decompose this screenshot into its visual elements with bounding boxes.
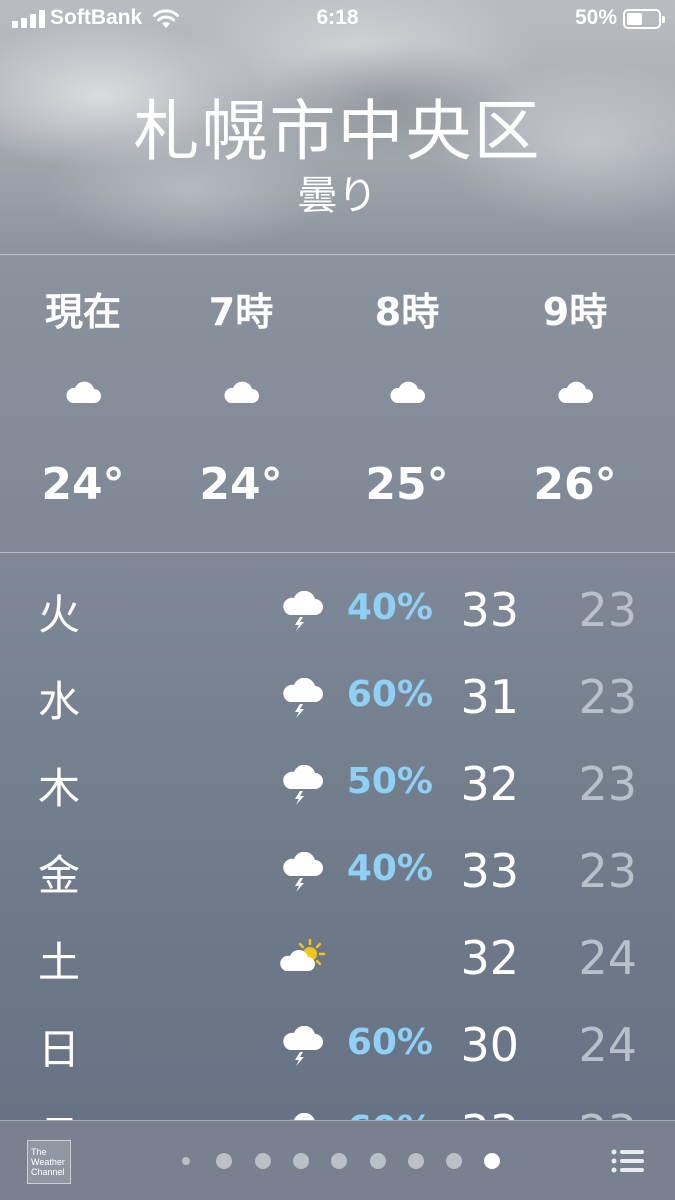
day-name: 木 — [38, 764, 81, 813]
thunderstorm-icon — [280, 1025, 326, 1066]
hour-label: 8時 — [374, 290, 440, 334]
location-dot[interactable] — [182, 1157, 190, 1165]
high-temp: 30 — [460, 1018, 519, 1072]
page-dot[interactable] — [446, 1153, 463, 1169]
day-name: 月 — [38, 1103, 80, 1120]
daily-forecast[interactable]: 火 40% 33 23 水 60% 31 23 木 50% 32 23 金 40% 33 23 土 32 24 日 60… — [0, 563, 675, 1120]
hourly-item: 9時 26° — [500, 255, 650, 552]
battery-icon — [623, 9, 665, 29]
high-temp: 33 — [460, 1105, 519, 1120]
low-temp: 23 — [578, 844, 637, 898]
daily-row: 水 60% 31 23 — [0, 650, 675, 738]
thunderstorm-icon — [280, 851, 326, 892]
day-name: 火 — [38, 590, 81, 639]
page-dot[interactable] — [407, 1153, 424, 1169]
low-temp: 24 — [578, 931, 637, 985]
hour-temp: 24° — [199, 459, 283, 510]
high-temp: 33 — [460, 844, 519, 898]
daily-row: 金 40% 33 23 — [0, 824, 675, 912]
page-dot[interactable] — [484, 1153, 501, 1169]
status-time: 6:18 — [316, 6, 359, 29]
hour-temp: 25° — [365, 459, 449, 510]
page-indicator[interactable] — [176, 1151, 506, 1171]
cloud-icon — [556, 379, 594, 405]
precip-chance: 40% — [346, 587, 433, 628]
thunderstorm-icon — [280, 764, 326, 805]
page-dot[interactable] — [369, 1153, 386, 1169]
thunderstorm-icon — [280, 1112, 326, 1120]
cloud-icon — [222, 379, 260, 405]
hour-temp: 24° — [41, 459, 125, 510]
hourly-item: 8時 25° — [332, 255, 482, 552]
precip-chance: 50% — [346, 761, 433, 802]
weather-channel-logo[interactable]: The Weather Channel — [27, 1140, 71, 1184]
hour-label: 9時 — [542, 290, 608, 334]
daily-row: 土 32 24 — [0, 911, 675, 999]
hourly-item: 7時 24° — [166, 255, 316, 552]
status-bar: SoftBank 6:18 50% — [0, 0, 675, 38]
precip-chance: 40% — [346, 848, 433, 889]
thunderstorm-icon — [280, 677, 326, 718]
battery-percent: 50% — [574, 6, 617, 29]
page-dot[interactable] — [292, 1153, 309, 1169]
cloud-icon — [64, 379, 102, 405]
high-temp: 31 — [460, 670, 519, 724]
hourly-forecast[interactable]: 現在 24° 7時 24° 8時 25° 9時 26° — [0, 255, 675, 552]
high-temp: 33 — [460, 583, 519, 637]
daily-row: 月 60% 33 23 — [0, 1085, 675, 1120]
partly-sunny-icon — [280, 938, 326, 979]
day-name: 土 — [38, 938, 81, 987]
hour-temp: 26° — [533, 459, 617, 510]
day-name: 金 — [38, 851, 81, 900]
daily-row: 木 50% 32 23 — [0, 737, 675, 825]
day-name: 日 — [38, 1025, 81, 1074]
daily-row: 火 40% 33 23 — [0, 563, 675, 651]
precip-chance: 60% — [346, 674, 433, 715]
low-temp: 23 — [578, 1105, 637, 1120]
precip-chance: 60% — [347, 1109, 433, 1120]
cloud-icon — [388, 379, 426, 405]
low-temp: 23 — [578, 583, 637, 637]
current-condition: 曇り — [297, 173, 378, 219]
list-icon[interactable] — [608, 1145, 648, 1177]
low-temp: 23 — [578, 757, 637, 811]
low-temp: 23 — [578, 670, 637, 724]
day-name: 水 — [38, 677, 81, 726]
high-temp: 32 — [460, 757, 519, 811]
daily-row: 日 60% 30 24 — [0, 998, 675, 1086]
hour-label: 現在 — [44, 290, 121, 334]
hourly-item: 現在 24° — [8, 255, 158, 552]
page-dot[interactable] — [216, 1153, 233, 1169]
divider — [0, 552, 675, 553]
hour-label: 7時 — [208, 290, 274, 334]
low-temp: 24 — [578, 1018, 637, 1072]
location-name: 札幌市中央区 — [133, 93, 542, 170]
high-temp: 32 — [460, 931, 519, 985]
page-dot[interactable] — [254, 1153, 271, 1169]
page-dot[interactable] — [331, 1153, 348, 1169]
precip-chance: 60% — [346, 1022, 433, 1063]
thunderstorm-icon — [280, 590, 326, 631]
bottom-toolbar: The Weather Channel — [0, 1120, 675, 1200]
